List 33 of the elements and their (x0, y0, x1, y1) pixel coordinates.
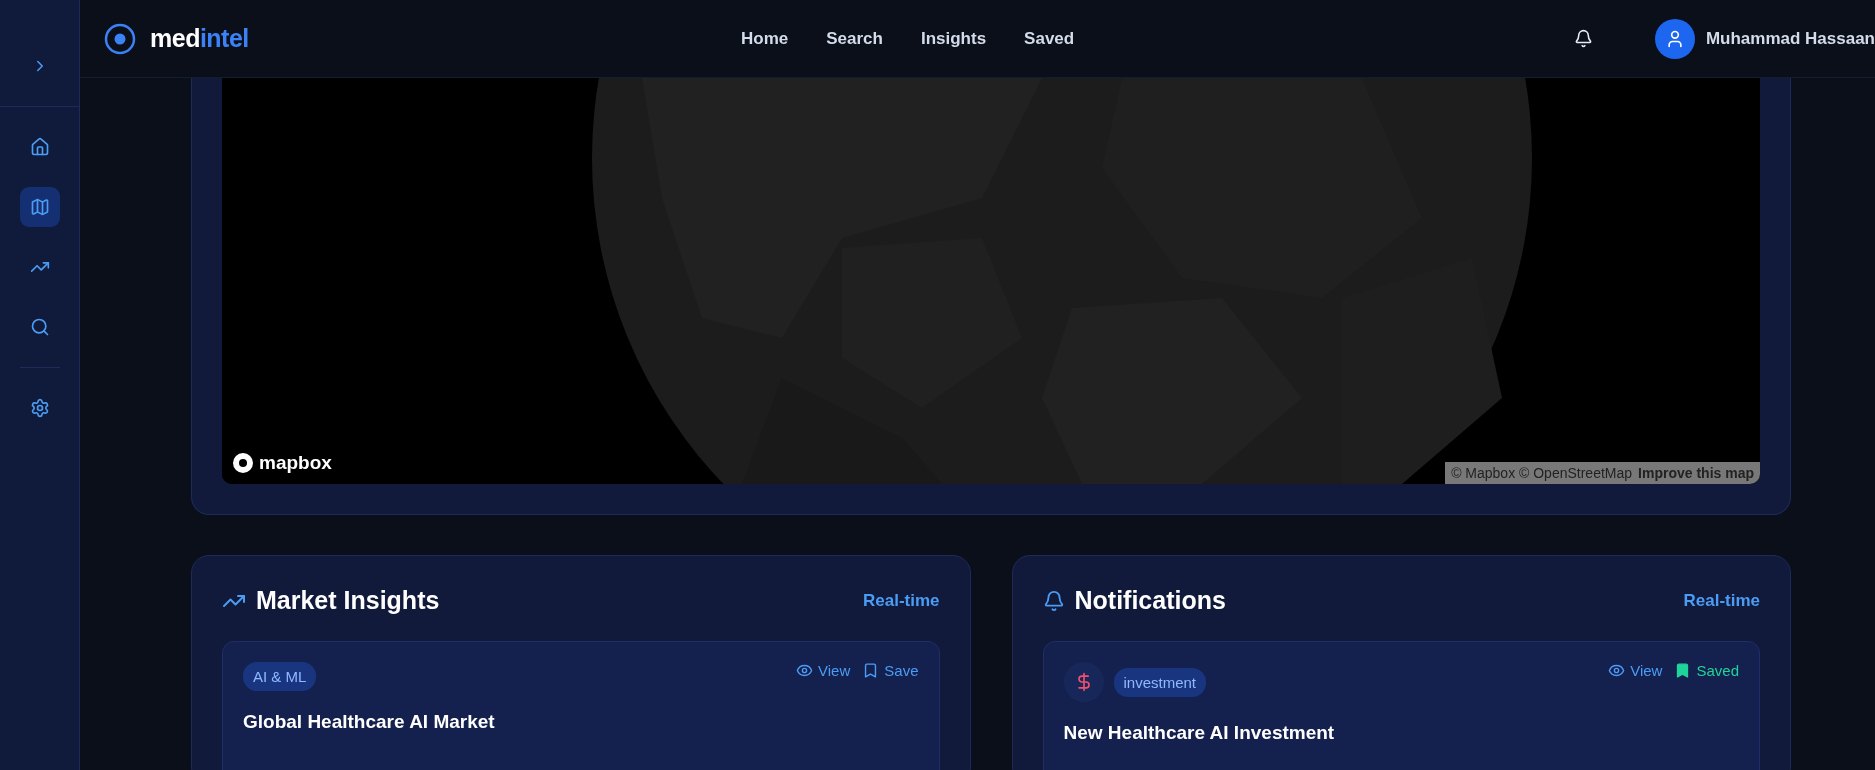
logo-icon (104, 22, 136, 55)
card-title: Global Healthcare AI Market (243, 711, 496, 733)
map-logo: mapbox (232, 452, 332, 474)
category-tag: investment (1113, 667, 1207, 697)
nav-link[interactable]: Home (741, 29, 789, 49)
settings-icon (29, 398, 50, 418)
nav-link[interactable]: Search (826, 29, 883, 49)
eye-icon (1608, 662, 1626, 679)
save-button[interactable]: Save (862, 662, 919, 679)
live-label: Real-time (862, 590, 940, 611)
nav-link[interactable]: Insights (920, 29, 987, 49)
dollar-icon (1063, 662, 1104, 702)
map-button[interactable] (19, 187, 60, 227)
user-name: Muhammad Hassaan (1705, 28, 1875, 49)
panel-title: Notifications (1074, 586, 1226, 615)
panel-title: Market Insights (256, 586, 440, 615)
map-icon (29, 197, 50, 217)
notifications-button[interactable] (1573, 29, 1593, 48)
home-icon (29, 137, 50, 157)
card-title: New Healthcare AI Investment (1063, 722, 1336, 744)
attribution-text: © Mapbox © OpenStreetMap (1451, 465, 1633, 481)
search-icon (29, 317, 50, 337)
improve-map-link[interactable]: Improve this map (1638, 465, 1754, 481)
user-avatar[interactable] (1654, 18, 1695, 59)
logo-text: medintel (150, 24, 249, 53)
category-tag: AI & ML (243, 662, 317, 691)
view-button[interactable]: View (1608, 662, 1663, 679)
bell-icon (1042, 589, 1065, 612)
live-label: Real-time (1683, 590, 1760, 611)
eye-icon (796, 662, 814, 679)
view-button[interactable]: View (796, 662, 851, 679)
nav-link[interactable]: Saved (1024, 29, 1075, 49)
save-button[interactable]: Saved (1674, 662, 1739, 679)
